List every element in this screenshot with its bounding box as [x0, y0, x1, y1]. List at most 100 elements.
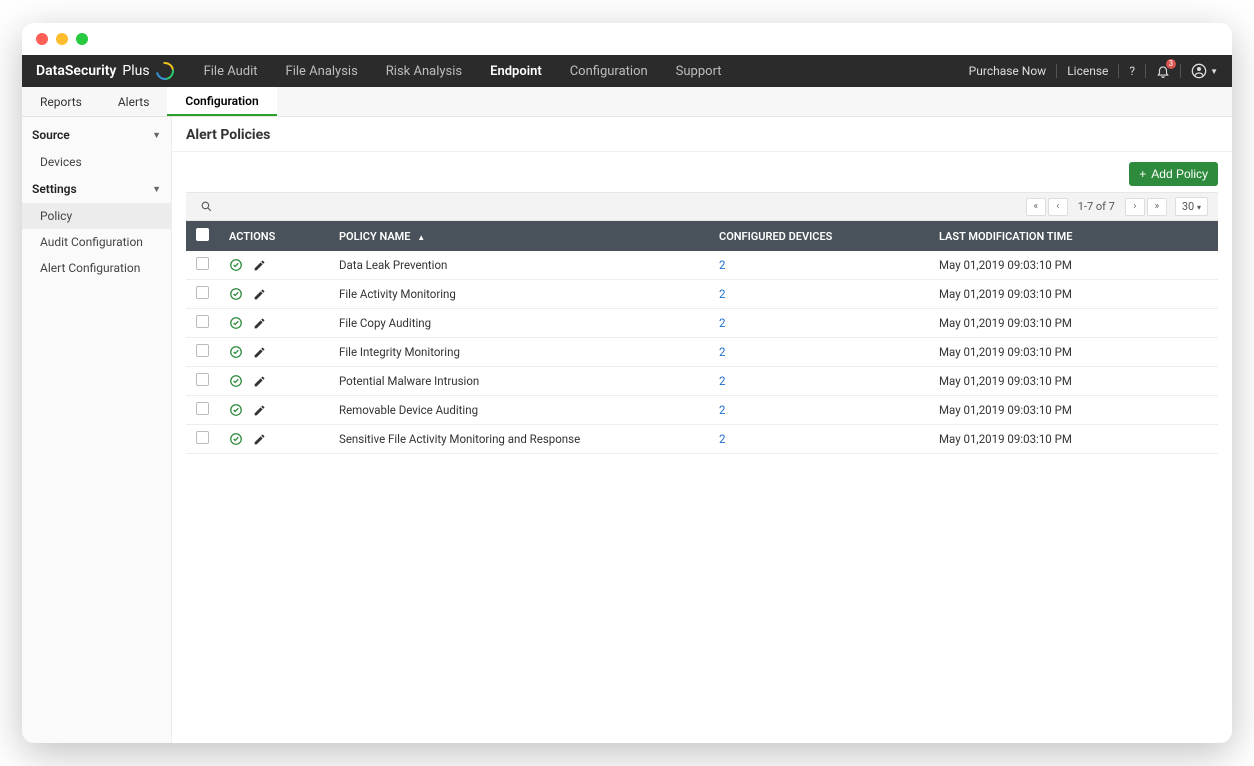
row-checkbox[interactable] — [196, 286, 209, 299]
enable-policy-button[interactable] — [229, 345, 243, 359]
subnav-reports[interactable]: Reports — [22, 87, 100, 116]
page-prev-button[interactable]: ‹ — [1048, 198, 1068, 216]
col-header-policy-name[interactable]: POLICY NAME ▲ — [329, 221, 709, 251]
row-checkbox[interactable] — [196, 344, 209, 357]
configured-devices-link[interactable]: 2 — [719, 258, 725, 272]
table-row[interactable]: File Copy Auditing2May 01,2019 09:03:10 … — [186, 309, 1218, 338]
nav-file-analysis[interactable]: File Analysis — [272, 55, 372, 87]
maximize-window-button[interactable] — [76, 33, 88, 45]
page-first-button[interactable]: « — [1026, 198, 1046, 216]
check-circle-icon — [229, 403, 243, 417]
table-row[interactable]: Data Leak Prevention2May 01,2019 09:03:1… — [186, 251, 1218, 280]
enable-policy-button[interactable] — [229, 258, 243, 272]
brand-name-2: Plus — [122, 63, 149, 79]
select-all-checkbox[interactable] — [196, 228, 209, 241]
enable-policy-button[interactable] — [229, 403, 243, 417]
edit-policy-button[interactable] — [253, 404, 266, 417]
cell-last-modified: May 01,2019 09:03:10 PM — [929, 396, 1218, 425]
table-toolbar: « ‹ 1-7 of 7 › » 30 ▾ — [186, 192, 1218, 221]
nav-file-audit[interactable]: File Audit — [190, 55, 272, 87]
sidebar-group-settings[interactable]: Settings ▼ — [22, 175, 171, 203]
nav-configuration[interactable]: Configuration — [556, 55, 662, 87]
sidebar: Source ▼ Devices Settings ▼ Policy Audit… — [22, 117, 172, 743]
sidebar-group-source[interactable]: Source ▼ — [22, 121, 171, 149]
check-circle-icon — [229, 345, 243, 359]
check-circle-icon — [229, 432, 243, 446]
enable-policy-button[interactable] — [229, 432, 243, 446]
notifications-button[interactable]: 3 — [1156, 64, 1170, 78]
row-checkbox[interactable] — [196, 431, 209, 444]
page-size-value: 30 — [1182, 200, 1194, 213]
table-search-button[interactable] — [200, 200, 213, 213]
nav-endpoint[interactable]: Endpoint — [476, 55, 556, 87]
edit-policy-button[interactable] — [253, 317, 266, 330]
col-header-configured-devices[interactable]: CONFIGURED DEVICES — [709, 221, 929, 251]
col-header-select[interactable] — [186, 221, 219, 251]
subnav-alerts[interactable]: Alerts — [100, 87, 168, 116]
table-row[interactable]: Potential Malware Intrusion2May 01,2019 … — [186, 367, 1218, 396]
pencil-icon — [253, 404, 266, 417]
minimize-window-button[interactable] — [56, 33, 68, 45]
enable-policy-button[interactable] — [229, 316, 243, 330]
enable-policy-button[interactable] — [229, 374, 243, 388]
pencil-icon — [253, 375, 266, 388]
sidebar-item-audit-configuration[interactable]: Audit Configuration — [22, 229, 171, 255]
purchase-now-link[interactable]: Purchase Now — [969, 64, 1047, 78]
edit-policy-button[interactable] — [253, 259, 266, 272]
edit-policy-button[interactable] — [253, 433, 266, 446]
table-row[interactable]: Sensitive File Activity Monitoring and R… — [186, 425, 1218, 454]
enable-policy-button[interactable] — [229, 287, 243, 301]
cell-policy-name: Sensitive File Activity Monitoring and R… — [329, 425, 709, 454]
row-checkbox[interactable] — [196, 373, 209, 386]
table-row[interactable]: File Activity Monitoring2May 01,2019 09:… — [186, 280, 1218, 309]
table-row[interactable]: File Integrity Monitoring2May 01,2019 09… — [186, 338, 1218, 367]
user-icon — [1191, 63, 1207, 79]
configured-devices-link[interactable]: 2 — [719, 432, 725, 446]
window-controls — [22, 23, 1232, 55]
nav-support[interactable]: Support — [662, 55, 736, 87]
sidebar-item-policy[interactable]: Policy — [22, 203, 171, 229]
check-circle-icon — [229, 316, 243, 330]
page-title: Alert Policies — [172, 117, 1232, 152]
page-next-button[interactable]: › — [1125, 198, 1145, 216]
row-checkbox[interactable] — [196, 402, 209, 415]
user-menu-button[interactable]: ▼ — [1191, 63, 1218, 79]
col-header-last-modification[interactable]: LAST MODIFICATION TIME — [929, 221, 1218, 251]
edit-policy-button[interactable] — [253, 346, 266, 359]
edit-policy-button[interactable] — [253, 288, 266, 301]
separator — [1056, 64, 1057, 78]
configured-devices-link[interactable]: 2 — [719, 316, 725, 330]
top-nav-items: File Audit File Analysis Risk Analysis E… — [190, 55, 736, 87]
cell-policy-name: File Activity Monitoring — [329, 280, 709, 309]
add-policy-label: Add Policy — [1151, 167, 1208, 181]
pencil-icon — [253, 317, 266, 330]
subnav-configuration[interactable]: Configuration — [167, 87, 276, 116]
sort-asc-icon: ▲ — [417, 233, 425, 242]
edit-policy-button[interactable] — [253, 375, 266, 388]
brand-logo[interactable]: DataSecurity Plus — [22, 55, 190, 87]
add-policy-button[interactable]: + Add Policy — [1129, 162, 1218, 186]
license-link[interactable]: License — [1067, 64, 1108, 78]
cell-policy-name: Removable Device Auditing — [329, 396, 709, 425]
page-last-button[interactable]: » — [1147, 198, 1167, 216]
sidebar-item-alert-configuration[interactable]: Alert Configuration — [22, 255, 171, 281]
plus-icon: + — [1139, 167, 1146, 181]
row-checkbox[interactable] — [196, 257, 209, 270]
sidebar-item-devices[interactable]: Devices — [22, 149, 171, 175]
page-size-selector[interactable]: 30 ▾ — [1175, 197, 1208, 216]
separator — [1180, 64, 1181, 78]
configured-devices-link[interactable]: 2 — [719, 374, 725, 388]
col-header-actions[interactable]: ACTIONS — [219, 221, 329, 251]
configured-devices-link[interactable]: 2 — [719, 345, 725, 359]
close-window-button[interactable] — [36, 33, 48, 45]
help-icon[interactable]: ? — [1129, 64, 1135, 78]
table-row[interactable]: Removable Device Auditing 2 May 01,2019 09… — [186, 396, 1218, 425]
search-icon — [200, 200, 213, 213]
check-circle-icon — [229, 374, 243, 388]
configured-devices-link[interactable]: 2 — [719, 287, 725, 301]
cell-last-modified: May 01,2019 09:03:10 PM — [929, 367, 1218, 396]
nav-risk-analysis[interactable]: Risk Analysis — [372, 55, 476, 87]
pencil-icon — [253, 346, 266, 359]
row-checkbox[interactable] — [196, 315, 209, 328]
configured-devices-link[interactable]: 2 — [719, 403, 725, 417]
